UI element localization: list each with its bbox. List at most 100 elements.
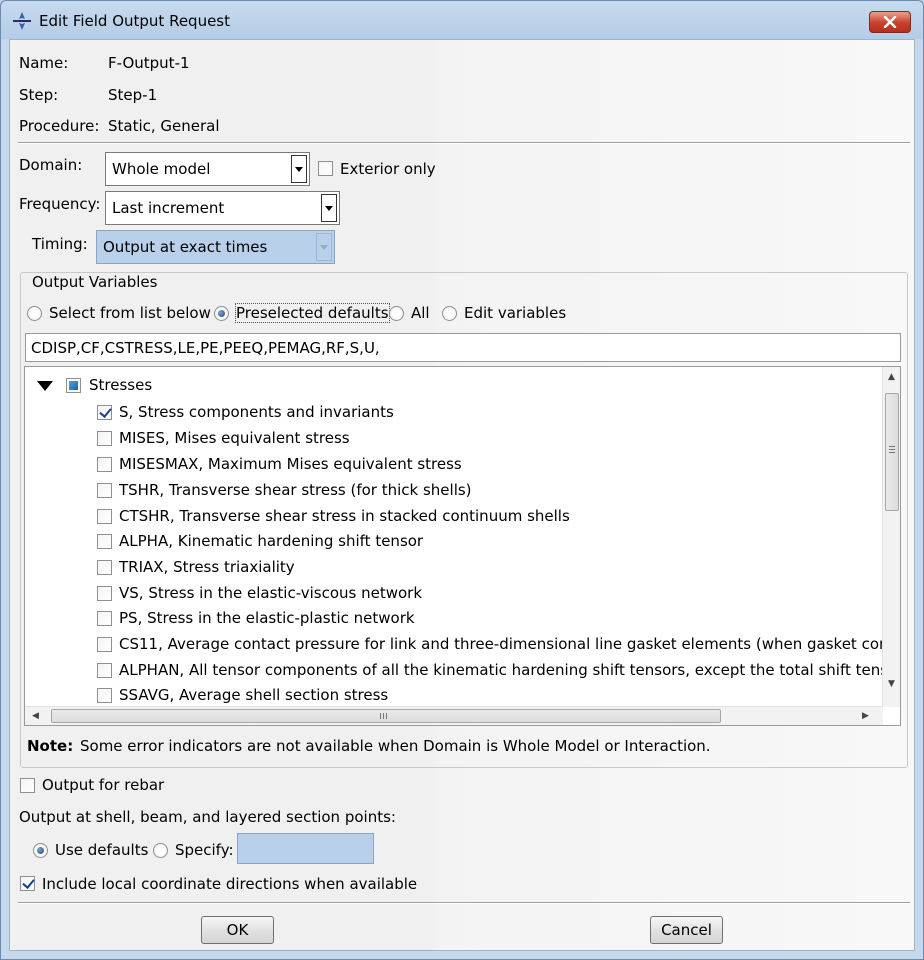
separator [18,142,910,144]
scroll-right-icon[interactable]: ▶ [862,711,869,721]
radio-select-from-list-label: Select from list below [49,304,211,322]
expand-arrow-icon[interactable] [37,381,53,392]
item-label: MISES, Mises equivalent stress [119,429,350,447]
specify-input[interactable] [237,833,374,864]
list-item[interactable]: CS11, Average contact pressure for link … [25,632,883,657]
name-value: F-Output-1 [108,54,190,72]
item-label: PS, Stress in the elastic-plastic networ… [119,609,415,627]
exterior-only-checkbox[interactable] [318,161,333,176]
output-for-rebar-label: Output for rebar [42,776,165,794]
name-label: Name: [19,54,69,72]
list-item[interactable]: MISESMAX, Maximum Mises equivalent stres… [25,452,885,477]
app-icon [13,12,31,30]
local-coordinates-label: Include local coordinate directions when… [42,875,418,893]
timing-select[interactable]: Output at exact times [96,230,335,264]
radio-edit-variables-label: Edit variables [464,304,567,322]
variables-tree[interactable]: Stresses S, Stress components and invari… [24,366,901,726]
procedure-value: Static, General [108,117,220,135]
dialog-window: Edit Field Output Request Name: F-Output… [0,0,924,960]
close-button[interactable] [869,11,911,33]
radio-preselected-defaults-label: Preselected defaults [235,303,390,323]
note-text: Some error indicators are not available … [80,737,711,755]
domain-value: Whole model [112,160,211,178]
item-checkbox[interactable] [97,457,112,472]
category-checkbox[interactable] [66,378,81,393]
list-item[interactable]: S, Stress components and invariants [25,400,885,425]
item-label: TRIAX, Stress triaxiality [119,558,295,576]
horizontal-scrollbar[interactable]: ◀ ▶ [25,706,883,725]
radio-all[interactable] [389,306,404,321]
note-label: Note: [27,737,74,755]
list-item[interactable]: VS, Stress in the elastic-viscous networ… [25,581,885,606]
radio-all-label: All [411,304,430,322]
item-label: ALPHAN, All tensor components of all the… [119,661,883,679]
close-icon [883,16,897,28]
list-item[interactable]: TRIAX, Stress triaxiality [25,555,885,580]
item-label: SSAVG, Average shell section stress [119,686,389,704]
radio-specify-label: Specify: [175,841,234,859]
list-item[interactable]: ALPHA, Kinematic hardening shift tensor [25,529,885,554]
output-variables-title: Output Variables [32,273,158,291]
radio-specify[interactable] [153,843,168,858]
item-label: ALPHA, Kinematic hardening shift tensor [119,532,424,550]
title-bar[interactable]: Edit Field Output Request [1,1,923,41]
list-item[interactable]: MISES, Mises equivalent stress [25,426,885,451]
radio-select-from-list[interactable] [27,306,42,321]
radio-use-defaults[interactable] [33,843,48,858]
cancel-button-label: Cancel [661,921,712,939]
item-checkbox[interactable] [97,611,112,626]
cancel-button[interactable]: Cancel [650,916,723,944]
scroll-up-icon[interactable]: ▲ [888,372,895,382]
radio-edit-variables[interactable] [442,306,457,321]
radio-use-defaults-label: Use defaults [55,841,149,859]
section-points-label: Output at shell, beam, and layered secti… [19,808,396,826]
item-checkbox[interactable] [97,560,112,575]
tree-category-stresses[interactable]: Stresses [25,374,325,399]
item-checkbox[interactable] [97,688,112,703]
window-title: Edit Field Output Request [39,12,231,30]
item-checkbox[interactable] [97,637,112,652]
list-item[interactable]: CTSHR, Transverse shear stress in stacke… [25,504,885,529]
item-checkbox[interactable] [97,483,112,498]
list-item[interactable]: TSHR, Transverse shear stress (for thick… [25,478,885,503]
output-for-rebar-checkbox[interactable] [20,778,35,793]
chevron-down-icon[interactable] [321,194,337,222]
item-label: MISESMAX, Maximum Mises equivalent stres… [119,455,462,473]
frequency-select[interactable]: Last increment [105,191,340,225]
scroll-thumb[interactable] [885,393,899,511]
item-label: S, Stress components and invariants [119,403,394,421]
item-label: CS11, Average contact pressure for link … [119,635,883,653]
list-item[interactable]: PS, Stress in the elastic-plastic networ… [25,606,885,631]
chevron-down-icon [316,233,332,261]
scroll-left-icon[interactable]: ◀ [32,711,39,721]
domain-label: Domain: [19,156,83,174]
frequency-value: Last increment [112,199,225,217]
exterior-only-label: Exterior only [340,160,436,178]
item-checkbox[interactable] [97,431,112,446]
local-coordinates-checkbox[interactable] [20,876,35,891]
item-label: CTSHR, Transverse shear stress in stacke… [119,507,570,525]
list-item[interactable]: ALPHAN, All tensor components of all the… [25,658,883,683]
ok-button-label: OK [226,921,249,939]
domain-select[interactable]: Whole model [105,152,310,186]
radio-preselected-defaults[interactable] [214,306,229,321]
ok-button[interactable]: OK [201,916,274,944]
item-checkbox[interactable] [97,509,112,524]
procedure-label: Procedure: [19,117,100,135]
timing-label: Timing: [32,235,88,253]
timing-value: Output at exact times [103,238,268,256]
list-item[interactable]: SSAVG, Average shell section stress [25,683,883,706]
item-checkbox[interactable] [97,534,112,549]
scroll-thumb[interactable] [51,709,721,723]
chevron-down-icon[interactable] [291,155,307,183]
item-checkbox[interactable] [97,586,112,601]
step-value: Step-1 [108,86,158,104]
item-checkbox[interactable] [97,663,112,678]
item-label: TSHR, Transverse shear stress (for thick… [119,481,472,499]
item-checkbox[interactable] [97,405,112,420]
step-label: Step: [19,86,59,104]
vertical-scrollbar[interactable]: ▲ ▼ [882,367,900,707]
category-label: Stresses [89,376,153,394]
variables-field[interactable]: CDISP,CF,CSTRESS,LE,PE,PEEQ,PEMAG,RF,S,U… [25,333,901,362]
scroll-down-icon[interactable]: ▼ [888,679,895,689]
